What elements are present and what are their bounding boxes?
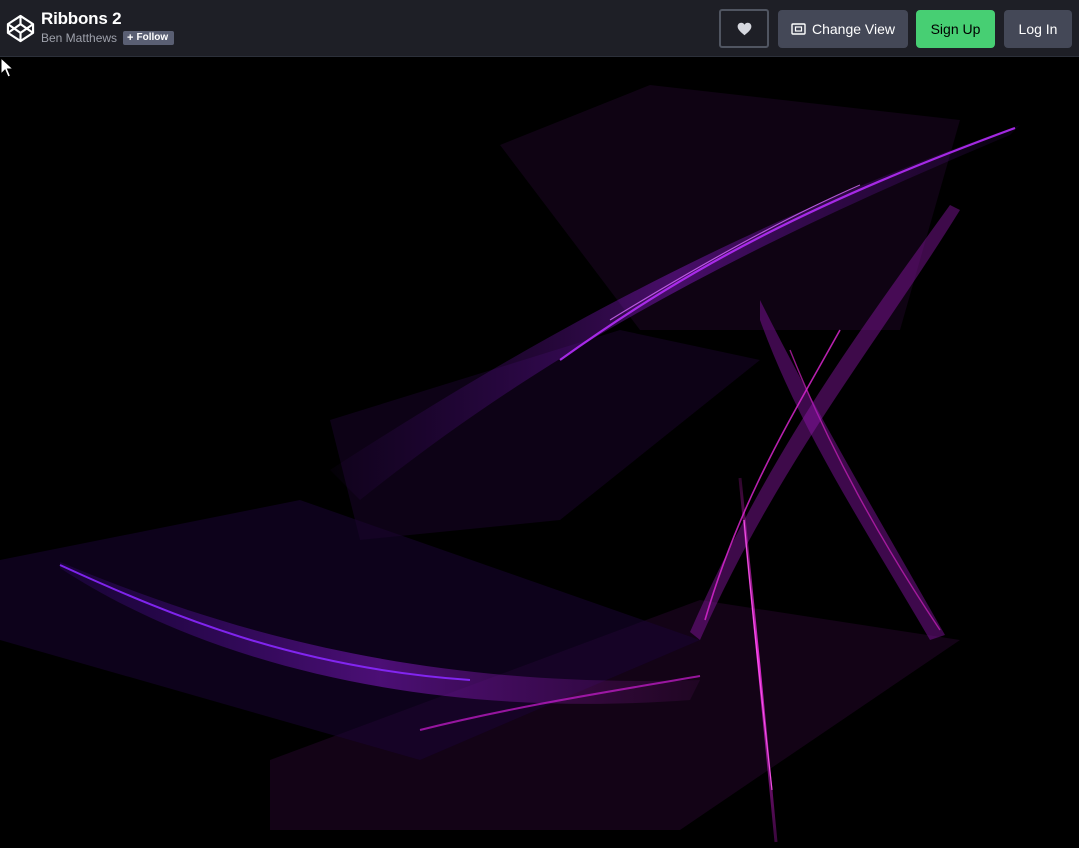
change-view-icon [791, 23, 806, 35]
mouse-cursor-icon [0, 57, 14, 78]
sign-up-label: Sign Up [930, 21, 981, 37]
pen-title-block: Ribbons 2 Ben Matthews + Follow [41, 8, 175, 45]
heart-icon [737, 22, 751, 35]
change-view-button[interactable]: Change View [778, 10, 908, 48]
top-bar: Ribbons 2 Ben Matthews + Follow Change V… [0, 0, 1079, 57]
codepen-logo-icon[interactable] [6, 14, 35, 43]
follow-label: Follow [136, 32, 169, 43]
ribbons-artwork [0, 85, 1020, 843]
author-row: Ben Matthews + Follow [41, 31, 175, 45]
heart-button[interactable] [719, 9, 769, 48]
sign-up-button[interactable]: Sign Up [916, 10, 995, 48]
log-in-button[interactable]: Log In [1004, 10, 1072, 48]
ribbons-canvas[interactable] [0, 57, 1079, 848]
pen-title: Ribbons 2 [41, 9, 122, 28]
author-link[interactable]: Ben Matthews [41, 31, 117, 45]
change-view-label: Change View [811, 21, 896, 37]
plus-icon: + [127, 32, 134, 44]
follow-button[interactable]: + Follow [123, 31, 175, 45]
log-in-label: Log In [1018, 21, 1058, 37]
